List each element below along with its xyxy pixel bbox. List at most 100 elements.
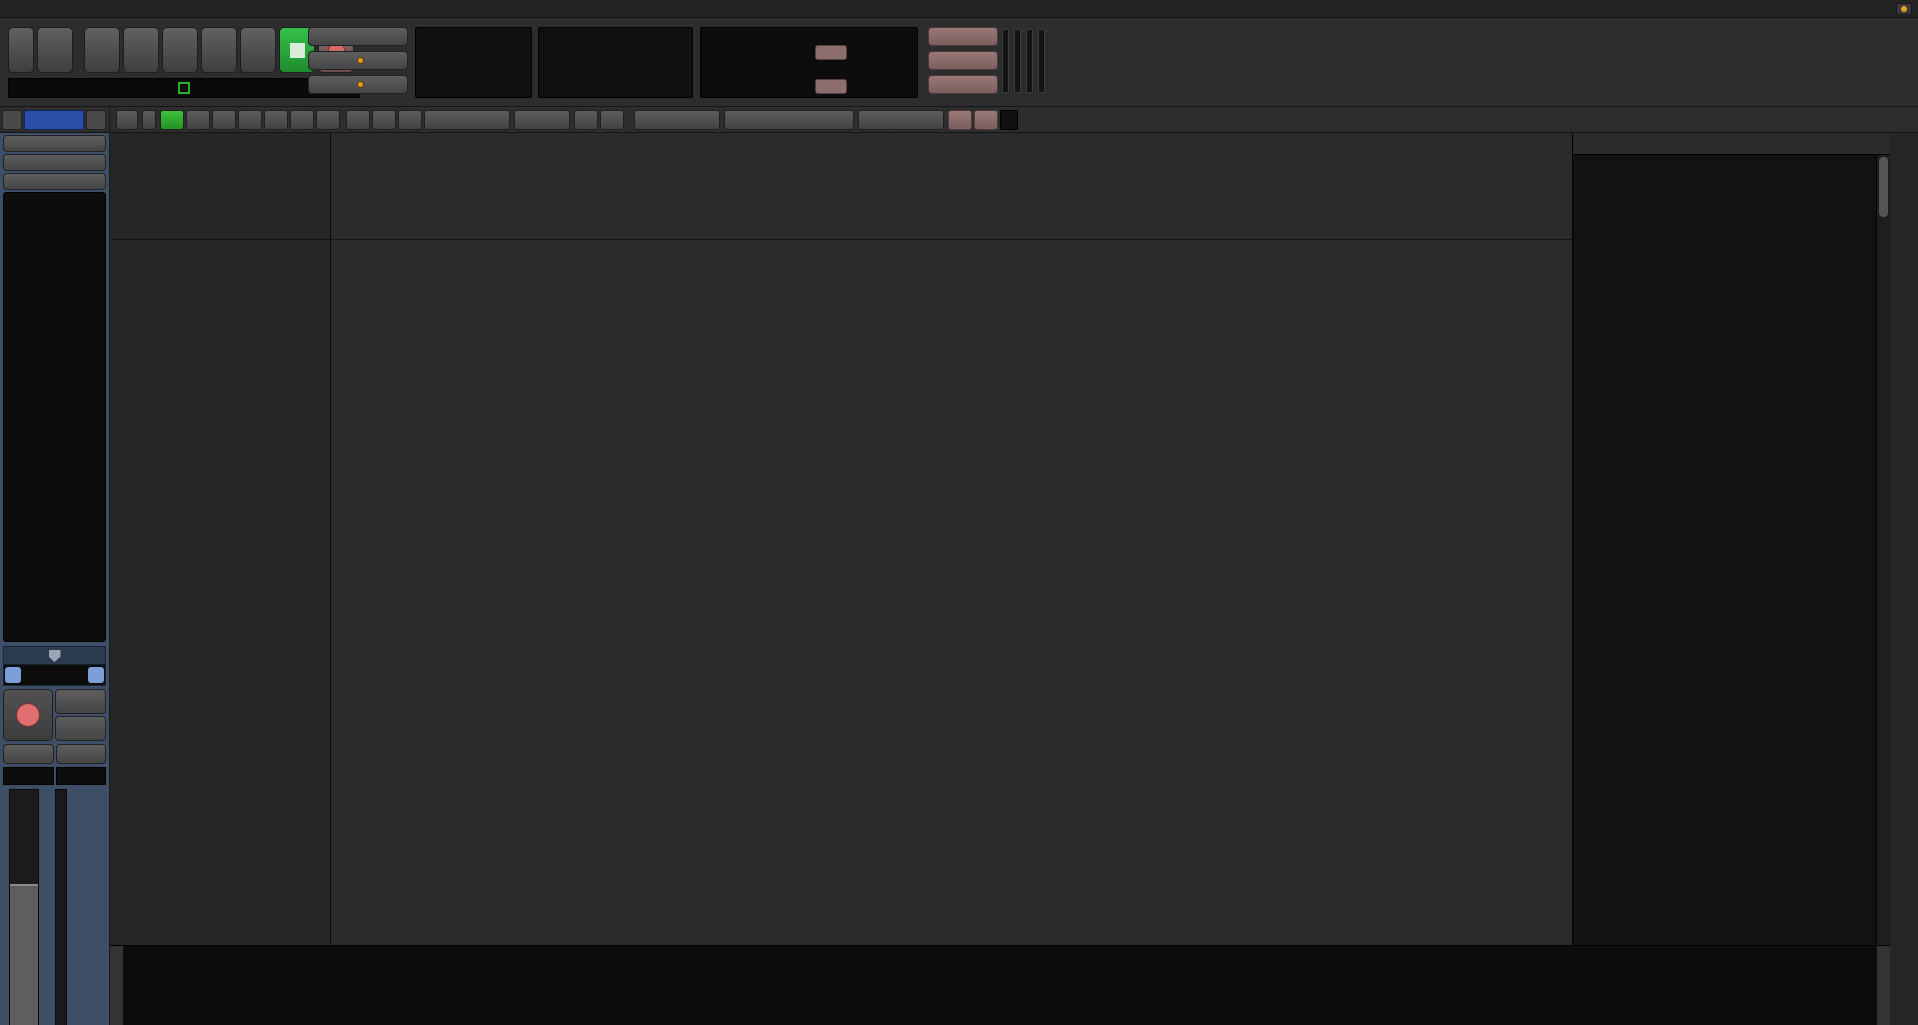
edit-point-panel [0,107,110,133]
range-tool-button[interactable] [186,110,210,130]
grab-tool-button[interactable] [160,110,184,130]
error-led-icon [1901,6,1907,12]
transport-indicator-icon [178,82,190,94]
monitor-options [928,27,998,94]
shrink-tracks-button[interactable] [574,110,598,130]
record-enable-button[interactable] [3,689,53,741]
gain-fader[interactable] [9,789,39,1025]
metronome-button[interactable] [37,27,73,73]
fader-meter-block [3,789,106,1025]
audition-tool-button[interactable] [264,110,288,130]
play-range-button[interactable] [201,27,237,73]
mute-button[interactable] [3,744,54,764]
pan-right-label [88,667,104,683]
pan-widget[interactable] [3,646,106,686]
go-to-end-button[interactable] [123,27,159,73]
pan-pointer[interactable] [4,647,105,665]
track-list-scrollbar[interactable] [1876,155,1890,1025]
grid-dropdown[interactable] [634,110,720,130]
smart-mode-button[interactable] [142,110,156,130]
draw-tool-button[interactable] [290,110,314,130]
go-to-start-button[interactable] [84,27,120,73]
marker-scope-dropdown[interactable] [514,110,570,130]
gain-display[interactable] [3,767,54,785]
grid-type-dropdown[interactable] [724,110,854,130]
follow-edits-button[interactable] [308,51,408,70]
zoom-out-button[interactable] [346,110,370,130]
follow-edits-led-icon [357,57,364,64]
edit-tool-button[interactable] [316,110,340,130]
monitor-input-button[interactable] [55,689,106,714]
track-header-column [110,133,330,945]
punch-out-button[interactable] [815,79,847,94]
midi-panic-button[interactable] [8,27,34,73]
selection-punch-panel [700,27,918,98]
record-icon [16,703,40,727]
session-summary[interactable] [110,945,1890,1025]
auto-return-led-icon [357,81,364,88]
strip-phase-button[interactable] [3,173,106,190]
meter-label [683,80,686,91]
nudge-clock[interactable] [1000,110,1018,130]
zoom-focus-dropdown[interactable] [424,110,510,130]
zoom-fit-button[interactable] [398,110,422,130]
tempo-label [547,80,550,91]
scrollbar-thumb[interactable] [1879,157,1888,217]
level-meter [55,789,67,1025]
punch-in-button[interactable] [815,45,847,60]
error-log-button[interactable] [1896,3,1912,15]
stop-icon [290,43,305,58]
fader-fill [10,884,38,1025]
feedback-button[interactable] [928,75,998,94]
primary-clock[interactable] [415,27,532,98]
edit-mode-dropdown[interactable] [116,110,138,130]
range-mode-icon[interactable] [2,110,22,130]
selection-color-swatch[interactable] [24,110,84,130]
peak-display[interactable] [56,767,107,785]
zoom-in-button[interactable] [372,110,396,130]
summary-overview[interactable] [123,946,1877,1025]
transport-bar [0,18,1918,107]
close-icon[interactable] [86,110,106,130]
strip-name-button[interactable] [3,135,106,152]
track-list-header [1573,133,1890,155]
sync-options [308,27,408,94]
audition-button[interactable] [928,51,998,70]
loop-button[interactable] [162,27,198,73]
play-button[interactable] [240,27,276,73]
cut-tool-button[interactable] [212,110,236,130]
nudge-forward-button[interactable] [974,110,998,130]
canvas-rulers[interactable] [330,133,1572,240]
pan-lr-row [4,665,105,685]
primary-clock-time [416,28,531,36]
snap-mode-dropdown[interactable] [858,110,944,130]
summary-scroll-right-icon[interactable] [1877,946,1890,1025]
pan-handle-icon [49,650,61,662]
master-mini-meters [1002,29,1045,93]
editor-mixer-strip [0,133,110,1025]
editor-main [0,133,1918,1025]
tracks-busses-panel [1572,133,1890,1025]
status-bar [1868,3,1918,15]
side-tab-strip [1890,133,1918,1025]
menubar [0,0,1918,18]
auto-return-button[interactable] [308,75,408,94]
monitor-disk-button[interactable] [55,716,106,741]
track-canvas[interactable] [330,133,1572,945]
nudge-back-button[interactable] [948,110,972,130]
solo-button[interactable] [928,27,998,46]
solo-button[interactable] [56,744,107,764]
strip-input-button[interactable] [3,154,106,171]
editor-toolbar [0,107,1918,133]
track-list [1573,155,1876,1025]
stretch-tool-button[interactable] [238,110,262,130]
processor-box[interactable] [3,192,106,642]
expand-tracks-button[interactable] [600,110,624,130]
playhead[interactable] [330,133,331,945]
secondary-clock[interactable] [538,27,693,98]
pan-left-label [5,667,21,683]
tempo-meter-row [547,80,686,91]
ardour-editor-window [0,0,1918,1025]
summary-scroll-left-icon[interactable] [110,946,123,1025]
sync-source-button[interactable] [308,27,408,46]
